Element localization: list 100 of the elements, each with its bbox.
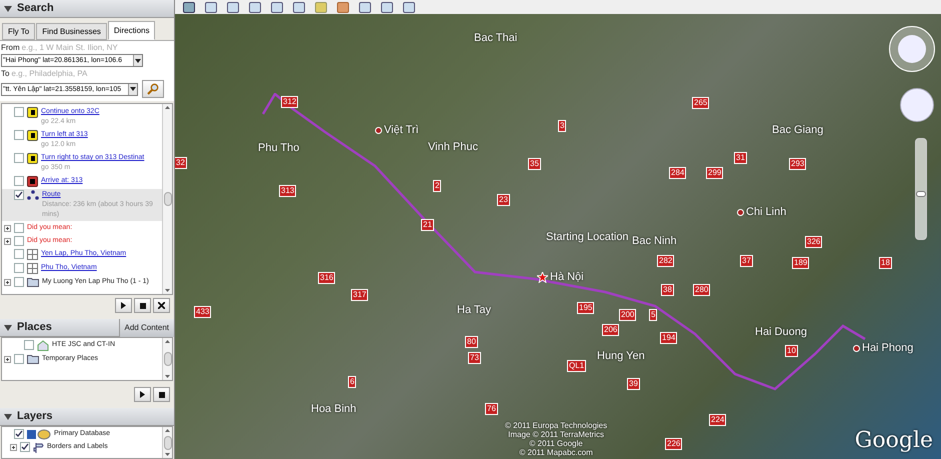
road-shield: 23 <box>497 194 510 206</box>
road-shield: 316 <box>318 272 336 284</box>
close-button[interactable] <box>153 298 170 313</box>
scrollbar[interactable] <box>162 104 172 294</box>
place-label: Bac Giang <box>772 123 824 138</box>
attribution-text: © 2011 Europa Technologies <box>505 421 608 430</box>
road-shield: 195 <box>577 302 594 314</box>
checkbox[interactable] <box>14 153 24 163</box>
search-icon <box>147 83 159 95</box>
road-shield: 313 <box>279 185 296 197</box>
road-shield: 226 <box>665 438 682 450</box>
checkbox[interactable] <box>14 130 24 140</box>
attribution-text: © 2011 Mapabc.com <box>519 448 593 457</box>
panel-header[interactable]: Layers <box>0 408 174 426</box>
checkbox[interactable] <box>14 277 24 287</box>
checkbox[interactable] <box>20 442 30 452</box>
road-shield: 200 <box>619 309 636 321</box>
place-label: Bac Thai <box>474 31 518 46</box>
play-button[interactable] <box>134 387 151 402</box>
expand-icon[interactable] <box>4 356 11 363</box>
road-shield: 2 <box>433 180 442 192</box>
place-label: Hung Yen <box>597 349 645 364</box>
road-shield: 73 <box>468 352 481 364</box>
road-shield: 224 <box>709 414 726 426</box>
play-icon <box>121 302 126 309</box>
panel-title: Search <box>17 1 55 16</box>
road-shield: 10 <box>785 345 798 357</box>
scrollbar[interactable] <box>162 427 172 458</box>
road-shield: 21 <box>421 219 434 231</box>
stop-icon <box>140 302 146 308</box>
checkbox[interactable] <box>14 236 24 246</box>
scroll-thumb[interactable] <box>164 192 172 206</box>
scroll-down-icon[interactable] <box>165 453 170 456</box>
checkbox[interactable] <box>14 354 24 364</box>
collapse-triangle-icon <box>4 324 12 330</box>
satellite-map[interactable] <box>175 14 941 459</box>
place-label: Starting Location <box>546 230 629 245</box>
checkbox[interactable] <box>14 190 24 200</box>
expand-icon[interactable] <box>10 444 17 451</box>
place-label: Bac Ninh <box>632 234 677 249</box>
play-button[interactable] <box>115 298 132 313</box>
road-shield: 280 <box>693 284 710 296</box>
tab[interactable]: Directions <box>108 21 156 40</box>
field-hint: e.g., 1 W Main St. Ilion, NY <box>22 42 118 54</box>
panel-header[interactable]: Places Add Content <box>0 319 174 337</box>
scroll-up-icon[interactable] <box>165 340 170 343</box>
tab[interactable]: Find Businesses <box>36 23 107 40</box>
road-shield: 317 <box>351 289 368 301</box>
stop-icon <box>158 392 164 398</box>
close-icon <box>158 302 165 309</box>
checkbox[interactable] <box>14 176 24 186</box>
house-icon <box>37 340 49 351</box>
place-label: Hai Duong <box>755 325 807 340</box>
scroll-down-icon[interactable] <box>165 289 170 292</box>
road-shield: 80 <box>465 336 478 348</box>
scroll-thumb[interactable] <box>164 352 172 366</box>
expand-icon[interactable] <box>4 238 11 245</box>
checkbox[interactable] <box>14 429 24 439</box>
place-label: Hoa Binh <box>311 402 356 417</box>
scroll-up-icon[interactable] <box>165 106 170 109</box>
scrollbar[interactable] <box>162 338 172 380</box>
road-shield: 312 <box>281 96 298 108</box>
play-icon <box>140 391 145 398</box>
checkbox[interactable] <box>24 340 34 350</box>
checkbox[interactable] <box>14 223 24 233</box>
panel-title: Places <box>17 320 53 336</box>
place-label: Phu Tho <box>258 141 300 156</box>
road-shield: 433 <box>194 306 212 318</box>
attribution-text: Image © 2011 TerraMetrics <box>508 430 604 439</box>
folder-icon <box>27 277 39 287</box>
scroll-thumb[interactable] <box>164 436 172 450</box>
collapse-triangle-icon <box>4 6 12 12</box>
expand-icon[interactable] <box>4 279 11 286</box>
road-shield: 194 <box>660 332 678 344</box>
search-button[interactable] <box>142 80 164 98</box>
road-shield: 18 <box>879 257 892 269</box>
collapse-triangle-icon <box>4 414 12 420</box>
road-shield: 282 <box>657 255 674 267</box>
stop-button[interactable] <box>134 298 151 313</box>
expand-icon[interactable] <box>4 225 11 232</box>
zoom-slider[interactable] <box>915 138 927 240</box>
scroll-up-icon[interactable] <box>165 429 170 432</box>
check-icon <box>15 191 23 199</box>
zoom-slider-thumb[interactable] <box>916 191 926 197</box>
checkbox[interactable] <box>14 263 24 273</box>
place-label: Chi Linh <box>746 205 786 220</box>
scroll-down-icon[interactable] <box>165 375 170 378</box>
signpost-icon <box>33 442 44 453</box>
field-hint: e.g., Philadelphia, PA <box>11 68 88 80</box>
checkbox[interactable] <box>14 249 24 259</box>
stop-button[interactable] <box>153 387 170 402</box>
globe-layers-icon <box>27 429 51 440</box>
checkbox[interactable] <box>14 107 24 117</box>
add-content-button[interactable]: Add Content <box>118 318 174 336</box>
panel-header[interactable]: Search <box>0 0 174 18</box>
tab[interactable]: Fly To <box>2 23 36 40</box>
folder-icon <box>27 354 39 364</box>
road-shield: QL1 <box>567 360 586 372</box>
panel-title: Layers <box>17 409 54 424</box>
road-shield: 39 <box>627 378 640 390</box>
